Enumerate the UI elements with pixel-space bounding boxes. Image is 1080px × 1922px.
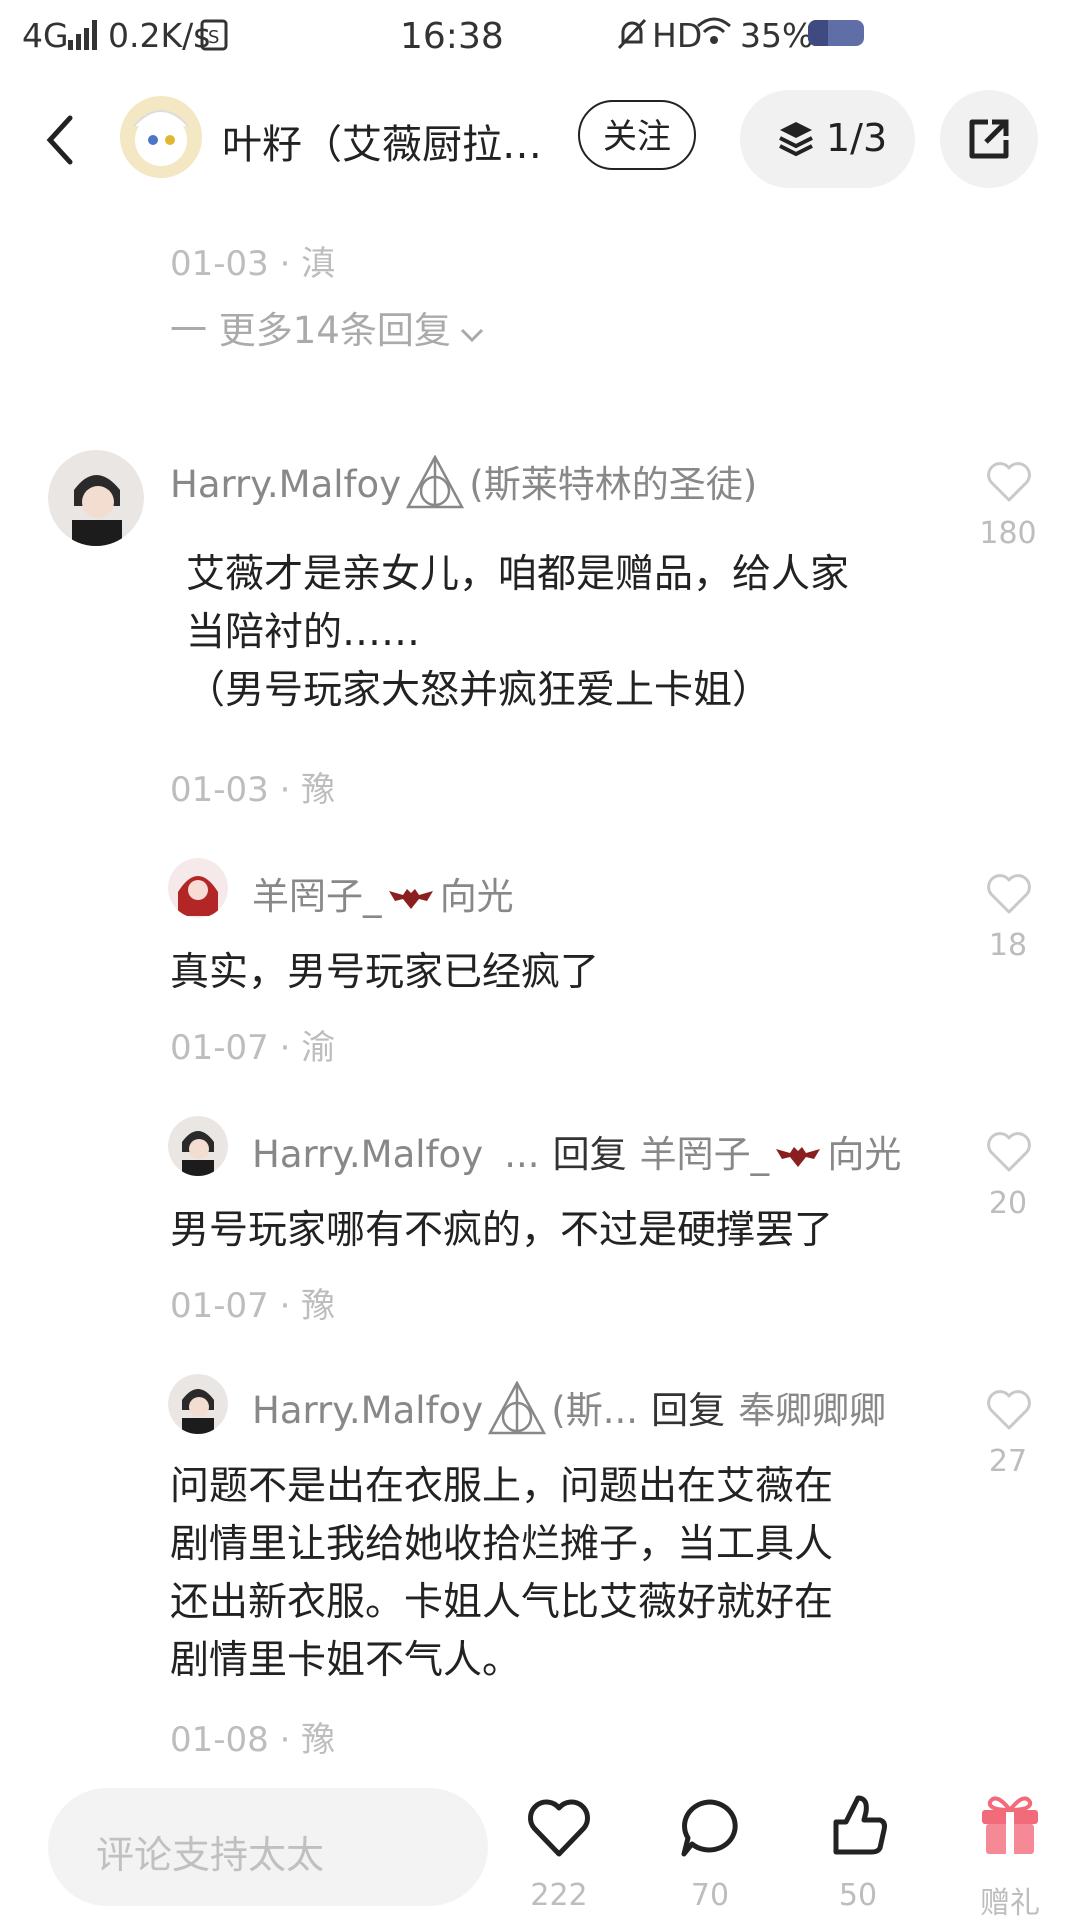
storage-icon: S: [200, 19, 228, 51]
reply-line: 剧情里卡姐不气人。: [170, 1638, 522, 1683]
back-arrow-icon[interactable]: [40, 110, 80, 170]
thumb-count: 50: [838, 1878, 878, 1913]
username: Harry.Malfoy: [170, 463, 402, 506]
more-replies-link[interactable]: 一 更多14条回复: [170, 300, 484, 354]
reply-keyword: 回复: [552, 1133, 627, 1176]
like-count: 18: [988, 928, 1028, 963]
username-ellipsis: ...: [504, 1133, 540, 1176]
comment-bubble-icon: [681, 1799, 738, 1857]
deathly-hallows-badge-icon: [406, 454, 465, 509]
reply-target[interactable]: 奉卿卿卿: [738, 1389, 886, 1432]
thumb-button[interactable]: [828, 1792, 888, 1862]
wifi-icon: [697, 17, 731, 44]
avatar[interactable]: [168, 858, 228, 918]
comment-meta: 01-07 · 渝: [170, 1028, 336, 1068]
hd-label: HD: [652, 16, 703, 55]
battery-icon: [808, 20, 864, 46]
heart-icon: [987, 1390, 1031, 1430]
page-indicator-text: 1/3: [826, 116, 888, 160]
reply-body: 问题不是出在衣服上，问题出在艾薇在 剧情里让我给她收拾烂摊子，当工具人 还出新衣…: [170, 1458, 833, 1690]
comment-author[interactable]: Harry.Malfoy (斯莱特林的圣徒): [170, 454, 757, 509]
comment-button[interactable]: [678, 1796, 742, 1864]
post-like-count: 222: [530, 1878, 588, 1913]
bat-icon: [776, 1147, 821, 1167]
reply-author[interactable]: Harry.Malfoy ... 回复 羊罔子_ 向光: [252, 1124, 901, 1178]
gift-button[interactable]: [978, 1790, 1042, 1860]
share-button[interactable]: [940, 90, 1038, 188]
comment-line: 艾薇才是亲女儿，咱都是赠品，给人家: [186, 552, 850, 597]
network-label: 4G: [22, 16, 69, 55]
avatar[interactable]: [168, 1374, 228, 1434]
gift-label: 赠礼: [980, 1886, 1040, 1921]
battery-percent: 35%: [740, 16, 814, 55]
deathly-hallows-badge-icon: [488, 1380, 547, 1435]
page-indicator-button[interactable]: 1/3: [740, 90, 915, 188]
chevron-down-icon: [460, 328, 483, 343]
comment-line: 当陪衬的……: [186, 610, 421, 655]
gift-icon: [982, 1796, 1038, 1854]
layers-icon: [779, 122, 813, 157]
mute-bell-icon: [617, 18, 647, 50]
heart-icon: [987, 462, 1031, 502]
reply-text: 真实，男号玩家已经疯了: [170, 950, 600, 995]
comment-count: 70: [690, 1878, 730, 1913]
like-count: 27: [988, 1444, 1028, 1479]
author-name[interactable]: 叶籽（艾薇厨拉…: [222, 112, 562, 170]
reply-line: 还出新衣服。卡姐人气比艾薇好就好在: [170, 1580, 834, 1625]
author-avatar[interactable]: [120, 96, 202, 178]
username: 羊罔子_: [252, 875, 382, 918]
heart-icon: [987, 1132, 1031, 1172]
comment-body: 艾薇才是亲女儿，咱都是赠品，给人家 当陪衬的…… （男号玩家大怒并疯狂爱上卡姐）: [186, 546, 849, 720]
net-speed: 0.2K/s: [108, 16, 211, 55]
signal-icon: [68, 20, 97, 50]
avatar[interactable]: [168, 1116, 228, 1176]
heart-icon: [987, 874, 1031, 914]
clock: 16:38: [400, 16, 504, 57]
post-like-button[interactable]: [526, 1798, 592, 1862]
follow-button[interactable]: 关注: [578, 100, 696, 170]
comment-meta: 01-03 · 滇: [170, 244, 336, 284]
comment-meta: 01-07 · 豫: [170, 1286, 336, 1326]
like-button[interactable]: [985, 1130, 1033, 1178]
heart-icon: [528, 1799, 590, 1857]
reply-line: 问题不是出在衣服上，问题出在艾薇在: [170, 1464, 834, 1509]
like-count: 20: [988, 1186, 1028, 1221]
reply-text: 男号玩家哪有不疯的，不过是硬撑罢了: [170, 1208, 834, 1253]
bat-icon: [388, 889, 433, 909]
comment-input-placeholder: 评论支持太太: [96, 1833, 325, 1877]
username: Harry.Malfoy: [252, 1389, 484, 1432]
reply-author[interactable]: 羊罔子_ 向光: [252, 866, 514, 920]
svg-text:S: S: [208, 27, 219, 48]
reply-keyword: 回复: [651, 1389, 726, 1432]
share-icon: [969, 119, 1009, 159]
username: Harry.Malfoy: [252, 1133, 484, 1176]
like-count: 180: [979, 516, 1037, 551]
status-bar: 4G 0.2K/s S 16:38 HD 35%: [0, 0, 1080, 76]
like-button[interactable]: [985, 1388, 1033, 1436]
more-replies-text: 一 更多14条回复: [170, 309, 451, 352]
like-button[interactable]: [985, 872, 1033, 920]
comment-line: （男号玩家大怒并疯狂爱上卡姐）: [186, 668, 772, 713]
like-button[interactable]: [985, 460, 1033, 508]
user-title: (斯...: [551, 1389, 638, 1432]
avatar[interactable]: [48, 450, 144, 546]
reply-target[interactable]: 羊罔子_: [640, 1133, 770, 1176]
comment-input[interactable]: 评论支持太太: [48, 1788, 488, 1906]
username-tail: 向光: [439, 875, 514, 918]
reply-target-tail: 向光: [827, 1133, 902, 1176]
user-title: (斯莱特林的圣徒): [469, 463, 758, 506]
reply-author[interactable]: Harry.Malfoy (斯... 回复 奉卿卿卿: [252, 1380, 886, 1435]
thumbs-up-icon: [833, 1795, 887, 1855]
comment-meta: 01-03 · 豫: [170, 770, 336, 810]
reply-line: 剧情里让我给她收拾烂摊子，当工具人: [170, 1522, 834, 1567]
comment-meta: 01-08 · 豫: [170, 1720, 336, 1760]
